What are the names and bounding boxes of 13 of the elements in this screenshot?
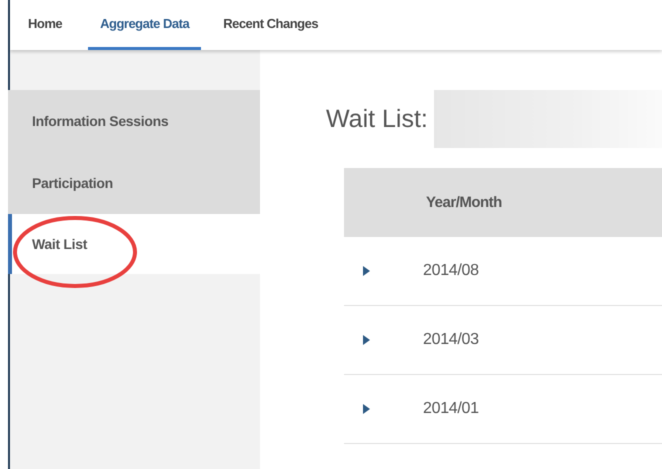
caret-right-icon[interactable]: [362, 403, 371, 415]
table-cell: 2014/03: [423, 331, 479, 349]
nav-tab[interactable]: Home: [26, 0, 74, 50]
column-header: Year/Month: [426, 194, 502, 211]
sidebar-item[interactable]: Information Sessions: [8, 90, 260, 152]
nav-tab[interactable]: Recent Changes: [211, 0, 330, 50]
caret-right-icon[interactable]: [362, 334, 371, 346]
sidebar-item[interactable]: Participation: [8, 152, 260, 214]
sidebar-item[interactable]: Wait List: [8, 214, 260, 274]
caret-right-icon[interactable]: [362, 265, 371, 277]
table-cell: 2014/01: [423, 400, 479, 418]
table-cell: 2014/08: [423, 262, 479, 280]
page-title: Wait List:: [326, 104, 428, 134]
